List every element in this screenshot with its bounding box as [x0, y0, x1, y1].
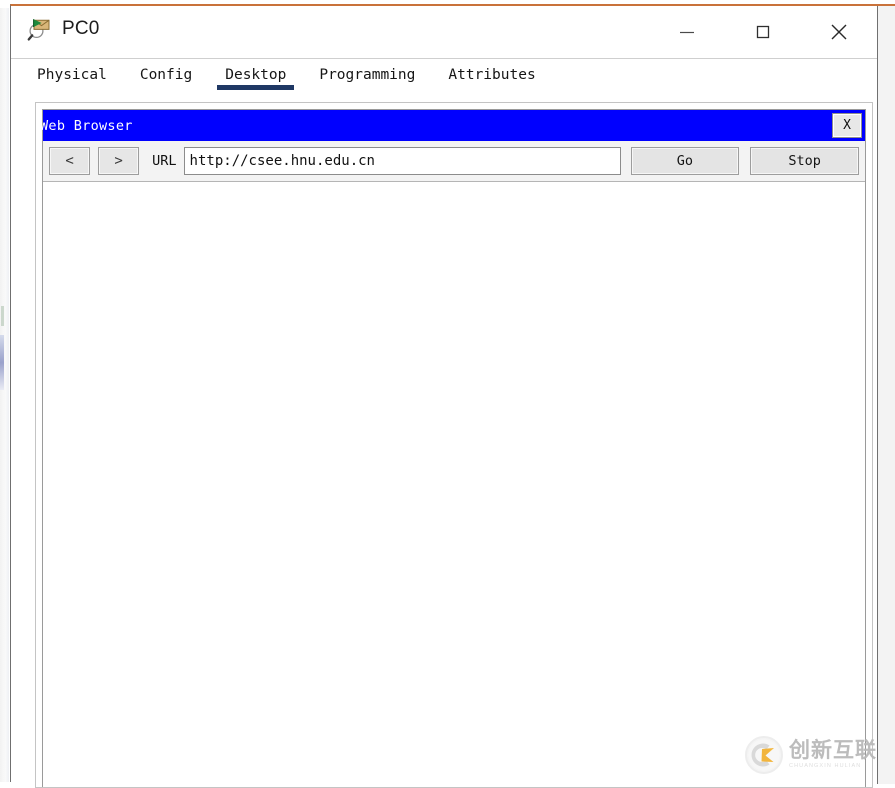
web-browser-toolbar: < > URL Go Stop: [43, 141, 865, 181]
tab-physical-label: Physical: [37, 67, 107, 83]
web-page-viewport[interactable]: [43, 181, 865, 787]
desktop-panel: Web Browser X < > URL Go Stop: [35, 102, 873, 788]
web-browser-close-button[interactable]: X: [832, 113, 862, 138]
tab-config[interactable]: Config: [140, 59, 192, 90]
window-right-margin: [878, 6, 895, 784]
web-browser-titlebar: Web Browser X: [40, 110, 865, 141]
window-controls: [649, 6, 877, 58]
close-icon: [826, 19, 852, 45]
packet-tracer-pc-icon: [27, 16, 53, 42]
web-browser-title: Web Browser: [40, 117, 133, 134]
pc0-window: PC0 Physical Config Desktop Programming …: [10, 4, 895, 788]
forward-button[interactable]: >: [98, 147, 140, 175]
tab-desktop[interactable]: Desktop: [217, 59, 295, 90]
device-tabs: Physical Config Desktop Programming Attr…: [11, 59, 877, 98]
tab-programming-label: Programming: [319, 67, 416, 83]
window-title-group: PC0: [27, 16, 100, 42]
tab-attributes[interactable]: Attributes: [448, 59, 535, 90]
back-button[interactable]: <: [49, 147, 91, 175]
minimize-icon: [676, 21, 698, 43]
tab-programming[interactable]: Programming: [319, 59, 415, 90]
go-button[interactable]: Go: [630, 147, 740, 175]
screen: PC0 Physical Config Desktop Programming …: [0, 0, 895, 788]
maximize-button[interactable]: [725, 6, 801, 58]
background-app-edge: [0, 8, 9, 782]
url-label: URL: [152, 153, 177, 169]
window-titlebar: PC0: [11, 6, 877, 59]
close-button[interactable]: [801, 6, 877, 58]
window-title: PC0: [62, 18, 100, 39]
tab-config-label: Config: [139, 67, 193, 83]
maximize-icon: [752, 21, 774, 43]
web-browser-window: Web Browser X < > URL Go Stop: [40, 109, 866, 787]
window-right-border: [877, 6, 878, 784]
background-edge-green-sliver: [1, 306, 4, 326]
tab-desktop-label: Desktop: [225, 67, 287, 83]
tab-physical[interactable]: Physical: [37, 59, 107, 90]
background-edge-blue-sliver: [0, 335, 4, 390]
tab-attributes-label: Attributes: [448, 67, 536, 83]
minimize-button[interactable]: [649, 6, 725, 58]
url-input[interactable]: [183, 147, 621, 175]
stop-button[interactable]: Stop: [750, 147, 860, 175]
